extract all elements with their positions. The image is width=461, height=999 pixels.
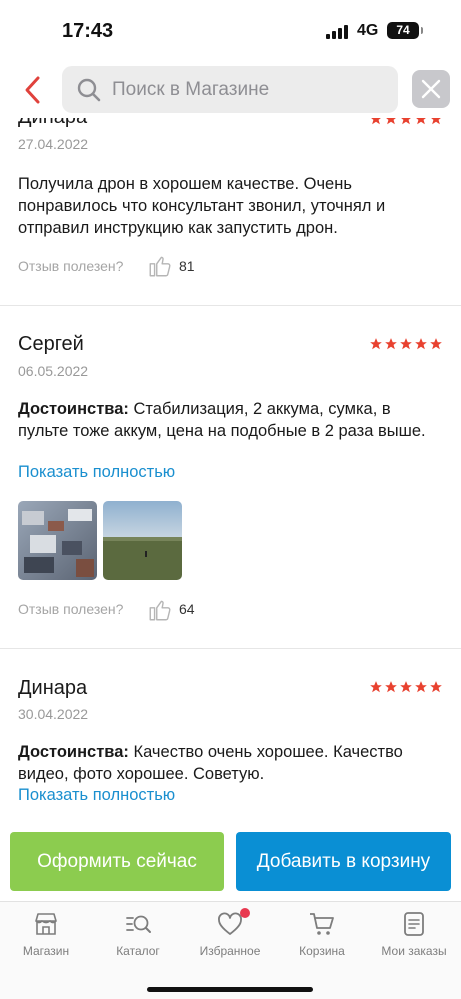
catalog-search-icon — [126, 915, 151, 933]
show-more-link[interactable]: Показать полностью — [18, 463, 175, 482]
star-icon — [430, 681, 442, 693]
search-header — [0, 60, 461, 118]
show-more-link[interactable]: Показать полностью — [18, 786, 175, 805]
home-indicator — [147, 987, 313, 992]
star-icon — [430, 338, 442, 350]
checkout-button[interactable]: Оформить сейчас — [10, 832, 224, 891]
star-icon — [370, 338, 382, 350]
tab-label: Избранное — [199, 944, 261, 958]
close-icon — [421, 79, 441, 99]
review-photo-field[interactable] — [103, 501, 182, 580]
review-date: 06.05.2022 — [18, 363, 89, 379]
pros-label: Достоинства: — [18, 400, 129, 418]
close-button[interactable] — [412, 70, 450, 108]
tab-favorites[interactable]: Избранное — [184, 908, 276, 966]
star-icon — [400, 338, 412, 350]
back-arrow-icon[interactable] — [20, 74, 46, 106]
tab-orders[interactable]: Мои заказы — [368, 910, 460, 966]
rating-stars — [369, 680, 443, 694]
search-icon — [77, 78, 101, 102]
review-author: Динара — [18, 677, 88, 699]
like-count: 64 — [179, 601, 195, 617]
helpful-label: Отзыв полезен? — [18, 601, 124, 617]
thumbs-up-icon[interactable] — [147, 597, 173, 623]
tab-label: Корзина — [299, 944, 345, 958]
like-count: 81 — [179, 258, 195, 274]
star-icon — [370, 681, 382, 693]
star-icon — [415, 681, 427, 693]
tab-catalog[interactable]: Каталог — [92, 910, 184, 966]
review-photo-aerial[interactable] — [18, 501, 97, 580]
action-bar: Оформить сейчас Добавить в корзину — [0, 817, 461, 901]
tab-label: Каталог — [116, 944, 160, 958]
rating-stars — [369, 337, 443, 351]
signal-icon — [326, 25, 348, 39]
status-time: 17:43 — [62, 20, 114, 42]
search-bar[interactable] — [62, 66, 398, 113]
star-icon — [385, 338, 397, 350]
pros-label: Достоинства: — [18, 743, 129, 761]
review-author: Сергей — [18, 333, 84, 355]
review-text: Достоинства: Качество очень хорошее. Кач… — [18, 741, 428, 785]
review-date: 30.04.2022 — [18, 706, 89, 722]
orders-icon — [404, 912, 424, 936]
tab-store[interactable]: Магазин — [0, 910, 92, 966]
search-input[interactable] — [112, 66, 388, 113]
tab-label: Магазин — [22, 944, 70, 958]
divider — [0, 305, 461, 306]
star-icon — [415, 338, 427, 350]
review-text: Достоинства: Стабилизация, 2 аккума, сум… — [18, 398, 428, 442]
tab-bar: Магазин Каталог Избранное Корзина Мои за… — [0, 901, 461, 999]
thumbs-up-icon[interactable] — [147, 253, 173, 279]
divider — [0, 648, 461, 649]
review-text: Получила дрон в хорошем качестве. Очень … — [18, 175, 386, 237]
star-icon — [400, 681, 412, 693]
cart-icon — [310, 913, 334, 935]
tab-cart[interactable]: Корзина — [276, 910, 368, 966]
star-icon — [385, 681, 397, 693]
helpful-label: Отзыв полезен? — [18, 258, 124, 274]
tab-label: Мои заказы — [381, 944, 447, 958]
network-type: 4G — [357, 22, 379, 39]
review-date: 27.04.2022 — [18, 136, 89, 152]
notification-badge — [240, 908, 250, 918]
battery-icon: 74 — [387, 22, 423, 39]
status-bar: 17:43 4G 74 — [0, 0, 461, 60]
store-icon — [35, 913, 57, 935]
add-to-cart-button[interactable]: Добавить в корзину — [236, 832, 451, 891]
battery-level: 74 — [396, 23, 410, 37]
